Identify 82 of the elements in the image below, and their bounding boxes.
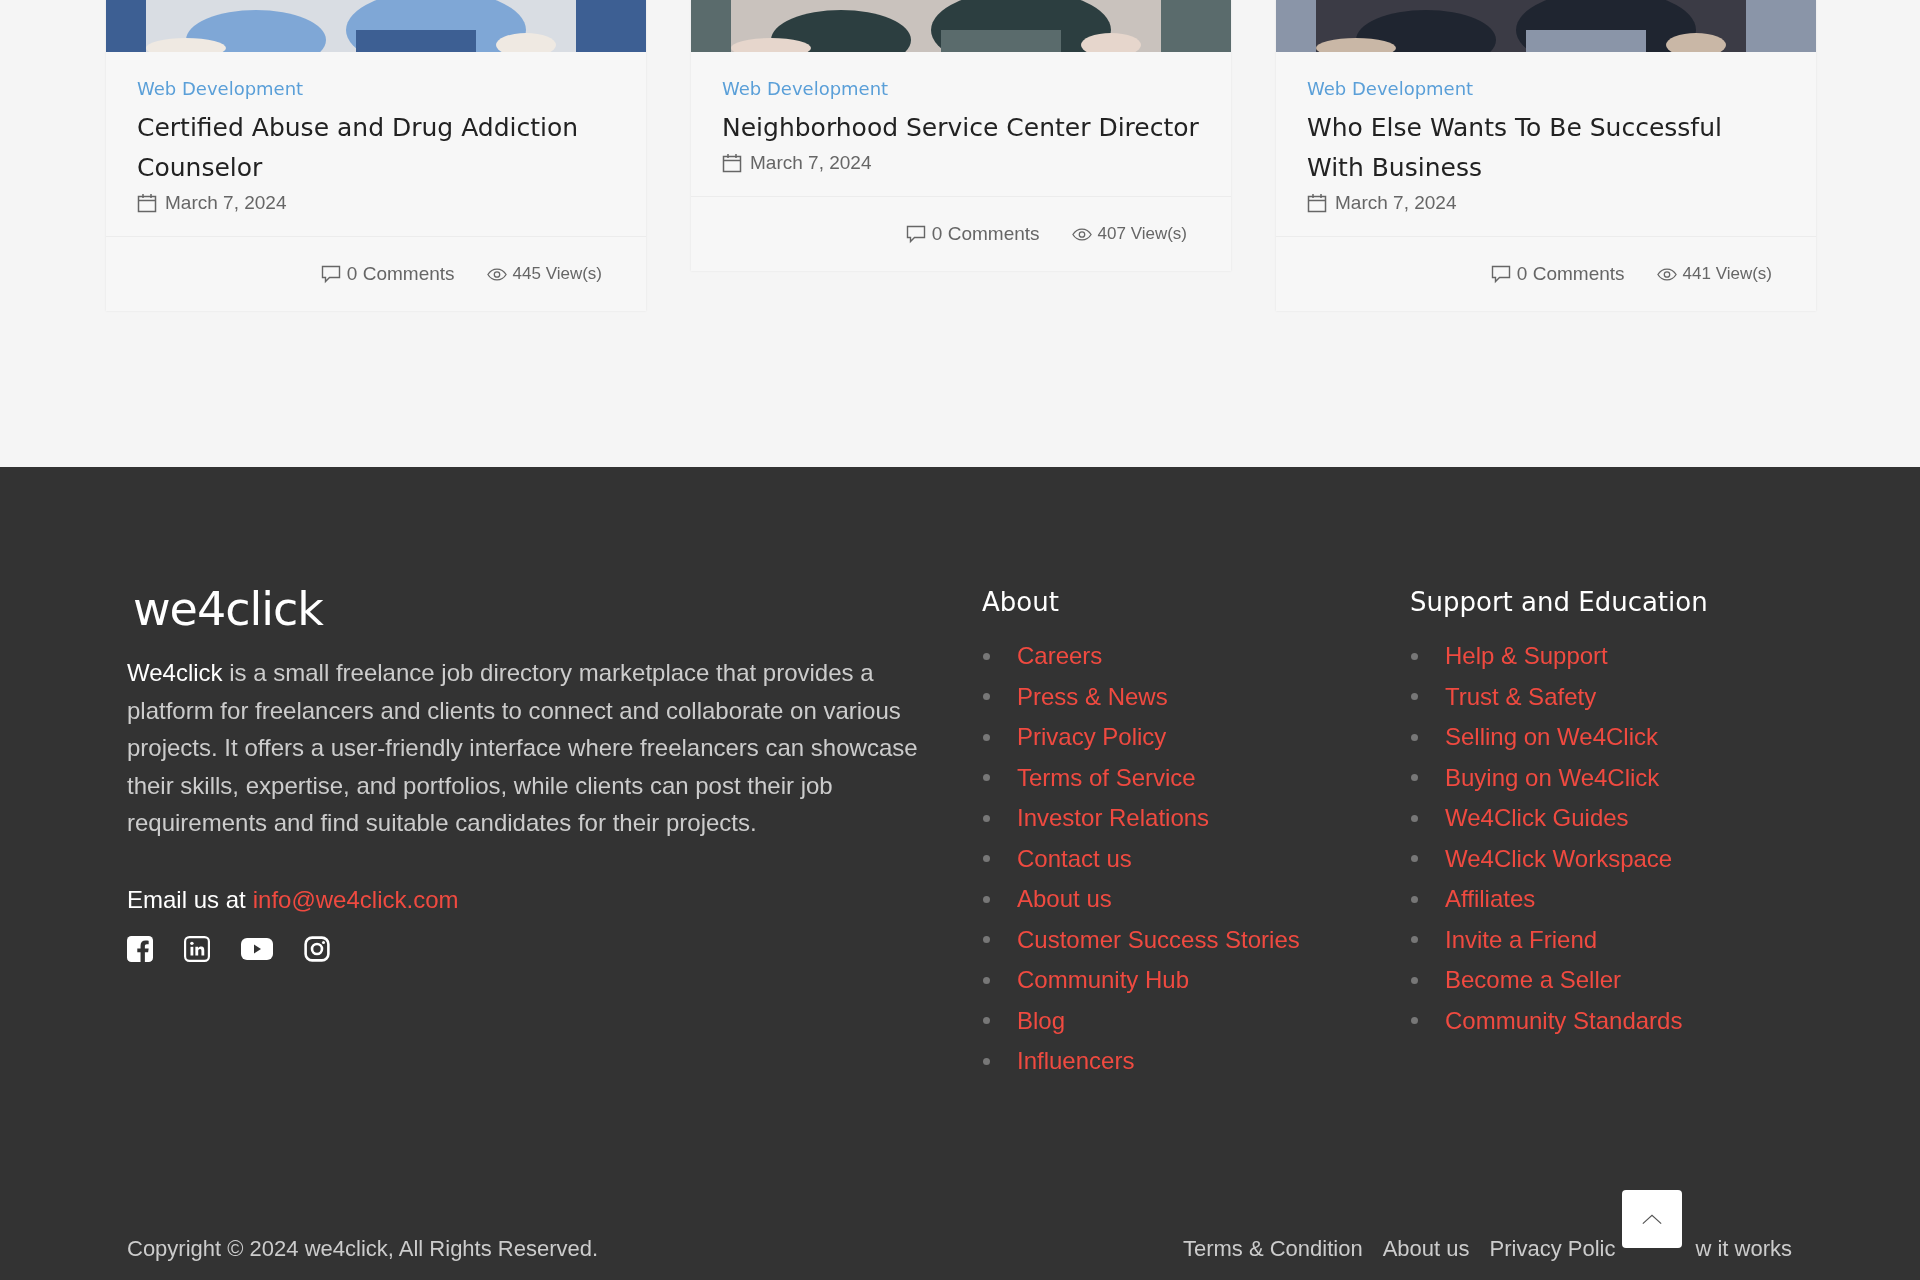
footer-link[interactable]: Community Hub [1017, 966, 1190, 995]
footer-link[interactable]: Terms of Service [1017, 763, 1196, 792]
bottom-link[interactable]: Terms & Condition [1182, 1236, 1363, 1262]
bottom-link[interactable]: w it works [1695, 1236, 1792, 1262]
bullet-icon [1411, 814, 1418, 822]
footer-link[interactable]: Buying on We4Click [1445, 763, 1660, 792]
view-count: 441 View(s) [1682, 264, 1772, 284]
footer-link[interactable]: Press & News [1017, 682, 1168, 711]
bullet-icon [983, 693, 990, 701]
bullet-icon [1411, 936, 1418, 944]
calendar-icon [722, 153, 742, 173]
logo[interactable]: we4click [133, 582, 323, 636]
post-date: March 7, 2024 [1335, 192, 1457, 214]
bullet-icon [983, 936, 990, 944]
bullet-icon [1411, 855, 1418, 863]
footer-link[interactable]: Invite a Friend [1445, 925, 1598, 954]
bullet-icon [983, 855, 990, 863]
view-count: 407 View(s) [1097, 224, 1187, 244]
bottom-link[interactable]: Privacy Polic [1489, 1236, 1616, 1262]
eye-icon [1071, 227, 1092, 241]
footer-link[interactable]: Become a Seller [1445, 966, 1622, 995]
footer-link[interactable]: Affiliates [1445, 885, 1536, 914]
bullet-icon [1411, 1017, 1418, 1025]
eye-icon [486, 267, 507, 281]
bullet-icon [1411, 733, 1418, 741]
footer-link[interactable]: Trust & Safety [1445, 682, 1597, 711]
footer-link[interactable]: Contact us [1017, 844, 1132, 873]
footer-link[interactable]: About us [1017, 885, 1112, 914]
facebook-icon[interactable] [127, 935, 153, 962]
email-label: Email us at [127, 885, 246, 914]
bullet-icon [983, 1057, 990, 1065]
category-link[interactable]: Web Development [1307, 76, 1474, 102]
footer-link[interactable]: Customer Success Stories [1017, 925, 1300, 954]
bullet-icon [983, 774, 990, 782]
footer-link[interactable]: We4Click Workspace [1445, 844, 1673, 873]
calendar-icon [1307, 193, 1327, 213]
chevron-up-icon [1641, 1213, 1663, 1225]
bottom-link[interactable]: About us [1382, 1236, 1470, 1262]
footer-link[interactable]: Blog [1017, 1006, 1066, 1035]
comment-count: 0 Comments [1516, 263, 1625, 285]
footer-link[interactable]: Selling on We4Click [1445, 723, 1658, 752]
bullet-icon [983, 814, 990, 822]
bullet-icon [1411, 652, 1418, 660]
bullet-icon [1411, 774, 1418, 782]
post-date: March 7, 2024 [165, 192, 287, 214]
email-link[interactable]: info@we4click.com [252, 885, 459, 914]
category-link[interactable]: Web Development [722, 76, 889, 102]
footer-link[interactable]: Privacy Policy [1017, 723, 1167, 752]
bullet-icon [983, 895, 990, 903]
bullet-icon [1411, 895, 1418, 903]
description: We4click is a small freelance job directory marketplace that provides a platform for freelancers and clients to connect and collaborate on various projects. It offers a user-friendly interface where freelancers can showcase their skills, expertise, and portfolios, while clients can post their job requirements and find suitable candidates for their projects. [127, 658, 919, 839]
footer-link[interactable]: We4Click Guides [1445, 804, 1629, 833]
bullet-icon [1411, 976, 1418, 984]
view-count: 445 View(s) [512, 264, 602, 284]
comment-count: 0 Comments [346, 263, 455, 285]
comment-count: 0 Comments [931, 223, 1040, 245]
footer-link[interactable]: Community Standards [1445, 1006, 1683, 1035]
post-title[interactable]: Neighborhood Service Center Director [722, 108, 1199, 148]
footer-link[interactable]: Investor Relations [1017, 804, 1210, 833]
comment-icon [905, 224, 926, 244]
post-title[interactable]: Certified Abuse and Drug Addiction Counselor [137, 108, 615, 188]
comment-icon [320, 264, 341, 284]
bullet-icon [983, 1017, 990, 1025]
copyright: Copyright © 2024 we4click, All Rights Reserved. [127, 1236, 599, 1262]
video-play-icon[interactable] [241, 937, 273, 960]
footer-link[interactable]: Influencers [1017, 1047, 1135, 1076]
calendar-icon [137, 193, 157, 213]
post-date: March 7, 2024 [750, 152, 872, 174]
eye-icon [1656, 267, 1677, 281]
footer-link[interactable]: Help & Support [1445, 642, 1608, 671]
footer-link[interactable]: Careers [1017, 642, 1103, 671]
comment-icon [1490, 264, 1511, 284]
linkedin-icon[interactable] [184, 935, 210, 962]
bullet-icon [983, 976, 990, 984]
post-title[interactable]: Who Else Wants To Be Successful With Business [1307, 108, 1785, 188]
bullet-icon [983, 652, 990, 660]
bullet-icon [1411, 693, 1418, 701]
column-heading: About [982, 586, 1060, 619]
instagram-icon[interactable] [304, 935, 330, 962]
category-link[interactable]: Web Development [137, 76, 304, 102]
column-heading: Support and Education [1410, 586, 1709, 619]
bullet-icon [983, 733, 990, 741]
